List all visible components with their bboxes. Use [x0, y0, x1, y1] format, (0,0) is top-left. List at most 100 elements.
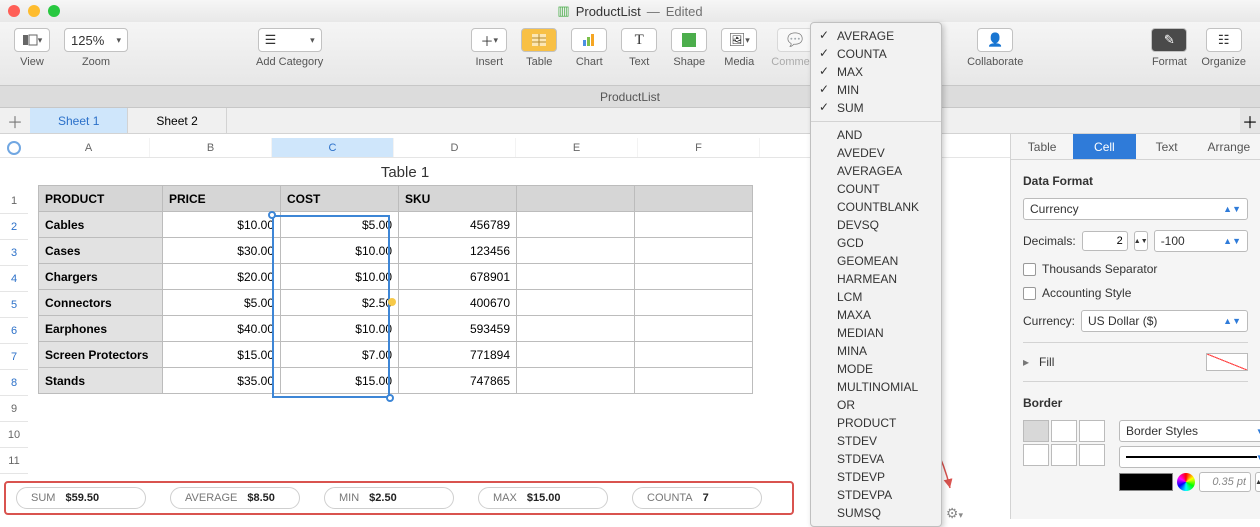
border-preset-outline[interactable]: [1023, 420, 1049, 442]
function-item-gcd[interactable]: GCD: [811, 234, 941, 252]
function-item-harmean[interactable]: HARMEAN: [811, 270, 941, 288]
table-title[interactable]: Table 1: [38, 158, 772, 185]
header-product[interactable]: PRODUCT: [39, 186, 163, 212]
function-item-and[interactable]: AND: [811, 126, 941, 144]
inspector-tab-text[interactable]: Text: [1136, 134, 1198, 159]
media-button[interactable]: 🖼▾: [721, 28, 757, 52]
function-item-lcm[interactable]: LCM: [811, 288, 941, 306]
column-header-c[interactable]: C: [272, 138, 394, 157]
function-item-stdevp[interactable]: STDEVP: [811, 468, 941, 486]
row-header-3[interactable]: 3: [0, 240, 28, 266]
stats-settings-gear-icon[interactable]: ⚙︎▾: [946, 505, 963, 522]
selection-handle-tl[interactable]: [268, 211, 276, 219]
row-header-11[interactable]: 11: [0, 448, 28, 474]
function-item-or[interactable]: OR: [811, 396, 941, 414]
function-item-stdevpa[interactable]: STDEVPA: [811, 486, 941, 504]
zoom-window-button[interactable]: [48, 5, 60, 17]
border-line-select[interactable]: ▾: [1119, 446, 1260, 468]
function-item-count[interactable]: COUNT: [811, 180, 941, 198]
function-item-stdev[interactable]: STDEV: [811, 432, 941, 450]
negative-format-select[interactable]: -100▲▼: [1154, 230, 1248, 252]
accounting-checkbox[interactable]: [1023, 287, 1036, 300]
table-button[interactable]: [521, 28, 557, 52]
border-preset-all[interactable]: [1079, 420, 1105, 442]
row-header-1[interactable]: 1: [0, 188, 28, 214]
function-item-averagea[interactable]: AVERAGEA: [811, 162, 941, 180]
row-header-9[interactable]: 9: [0, 396, 28, 422]
column-header-f[interactable]: F: [638, 138, 760, 157]
function-item-median[interactable]: MEDIAN: [811, 324, 941, 342]
stat-average[interactable]: AVERAGE$8.50: [170, 487, 300, 509]
add-sheet-button-right[interactable]: ＋: [1240, 108, 1260, 133]
format-button[interactable]: ✎: [1151, 28, 1187, 52]
zoom-select[interactable]: 125%▾: [64, 28, 128, 52]
organize-button[interactable]: ☷: [1206, 28, 1242, 52]
border-style-select[interactable]: Border Styles▾: [1119, 420, 1260, 442]
function-item-sum[interactable]: ✓SUM: [811, 99, 941, 117]
stat-counta[interactable]: COUNTA7: [632, 487, 762, 509]
column-header-e[interactable]: E: [516, 138, 638, 157]
column-header-a[interactable]: A: [28, 138, 150, 157]
decimals-stepper[interactable]: ▲▼: [1134, 231, 1148, 251]
sheet-tab-1[interactable]: Sheet 1: [30, 108, 128, 133]
function-item-counta[interactable]: ✓COUNTA: [811, 45, 941, 63]
function-item-multinomial[interactable]: MULTINOMIAL: [811, 378, 941, 396]
row-header-4[interactable]: 4: [0, 266, 28, 292]
header-blank-2[interactable]: [635, 186, 753, 212]
function-item-product[interactable]: PRODUCT: [811, 414, 941, 432]
comment-button[interactable]: 💬: [777, 28, 813, 52]
fill-disclosure-icon[interactable]: ▸: [1023, 355, 1029, 369]
function-item-mina[interactable]: MINA: [811, 342, 941, 360]
function-item-sumsq[interactable]: SUMSQ: [811, 504, 941, 522]
border-preset-left[interactable]: [1023, 444, 1049, 466]
selection-handle-br[interactable]: [386, 394, 394, 402]
stat-sum[interactable]: SUM$59.50: [16, 487, 146, 509]
function-item-avedev[interactable]: AVEDEV: [811, 144, 941, 162]
header-blank-1[interactable]: [517, 186, 635, 212]
function-item-average[interactable]: ✓AVERAGE: [811, 27, 941, 45]
inspector-tab-cell[interactable]: Cell: [1073, 134, 1135, 159]
border-width-input[interactable]: [1199, 472, 1251, 492]
row-header-10[interactable]: 10: [0, 422, 28, 448]
column-header-b[interactable]: B: [150, 138, 272, 157]
border-preset-middle[interactable]: [1051, 444, 1077, 466]
function-item-stdeva[interactable]: STDEVA: [811, 450, 941, 468]
inspector-tab-arrange[interactable]: Arrange: [1198, 134, 1260, 159]
fill-swatch[interactable]: [1206, 353, 1248, 371]
function-item-devsq[interactable]: DEVSQ: [811, 216, 941, 234]
view-menu-button[interactable]: ▾: [14, 28, 50, 52]
row-header-6[interactable]: 6: [0, 318, 28, 344]
function-item-min[interactable]: ✓MIN: [811, 81, 941, 99]
column-header-d[interactable]: D: [394, 138, 516, 157]
row-header-8[interactable]: 8: [0, 370, 28, 396]
header-sku[interactable]: SKU: [399, 186, 517, 212]
function-item-countblank[interactable]: COUNTBLANK: [811, 198, 941, 216]
select-all-handle[interactable]: [0, 138, 28, 157]
border-width-stepper[interactable]: ▲▼: [1255, 472, 1260, 492]
row-header-2[interactable]: 2: [0, 214, 28, 240]
chart-button[interactable]: [571, 28, 607, 52]
border-color-swatch[interactable]: [1119, 473, 1173, 491]
function-item-geomean[interactable]: GEOMEAN: [811, 252, 941, 270]
decimals-input[interactable]: [1082, 231, 1128, 251]
thousands-checkbox[interactable]: [1023, 263, 1036, 276]
add-sheet-button[interactable]: ＋: [0, 108, 30, 133]
data-format-select[interactable]: Currency▲▼: [1023, 198, 1248, 220]
currency-select[interactable]: US Dollar ($)▲▼: [1081, 310, 1248, 332]
add-category-button[interactable]: ☰▾: [258, 28, 322, 52]
border-color-picker[interactable]: [1177, 473, 1195, 491]
minimize-window-button[interactable]: [28, 5, 40, 17]
selection-action-dot[interactable]: [388, 298, 396, 306]
collaborate-button[interactable]: 👤: [977, 28, 1013, 52]
document-tab[interactable]: ProductList: [0, 86, 1260, 108]
sheet-tab-2[interactable]: Sheet 2: [128, 108, 226, 133]
header-price[interactable]: PRICE: [163, 186, 281, 212]
border-preset-inside[interactable]: [1051, 420, 1077, 442]
stat-max[interactable]: MAX$15.00: [478, 487, 608, 509]
row-header-7[interactable]: 7: [0, 344, 28, 370]
inspector-tab-table[interactable]: Table: [1011, 134, 1073, 159]
text-button[interactable]: T: [621, 28, 657, 52]
border-preset-right[interactable]: [1079, 444, 1105, 466]
function-item-mode[interactable]: MODE: [811, 360, 941, 378]
header-cost[interactable]: COST: [281, 186, 399, 212]
